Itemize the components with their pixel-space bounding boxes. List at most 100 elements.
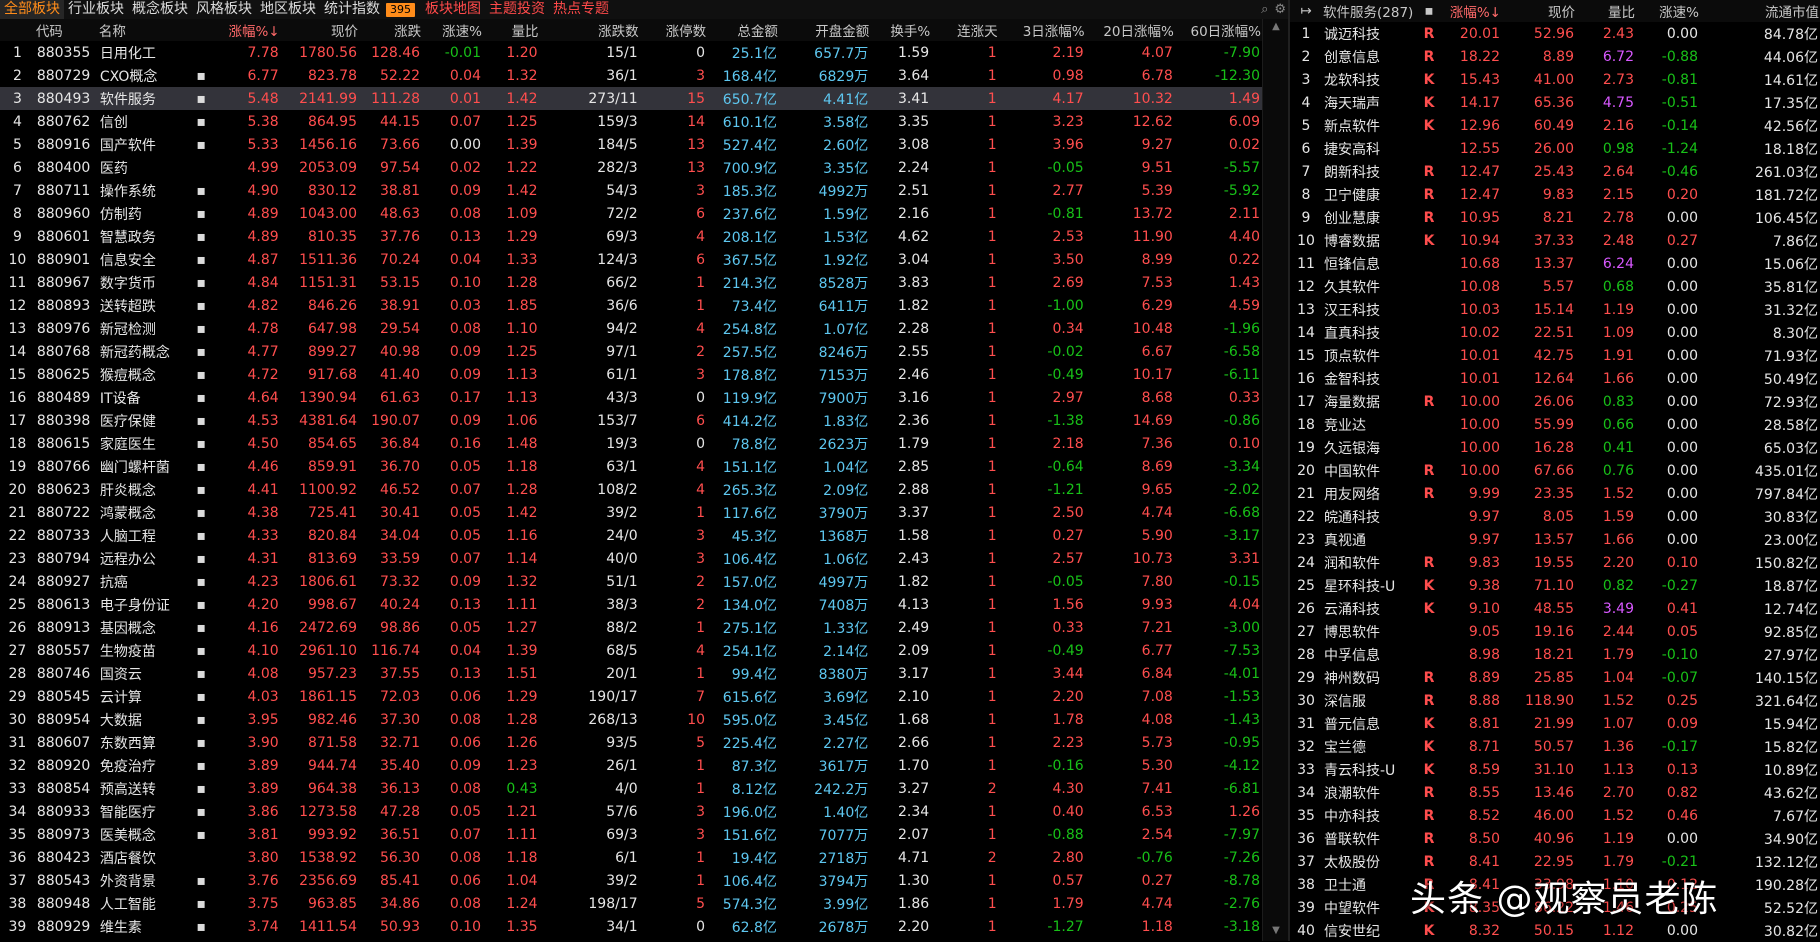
gear-icon[interactable]: ⚙: [1274, 2, 1286, 17]
constituent-row[interactable]: 24 润和软件 R 9.83 19.55 2.20 0.10 150.82亿: [1290, 551, 1820, 574]
sector-row[interactable]: 31 880607 东数西算 ▪ 3.90 871.58 32.71 0.06 1.26 93/5…: [0, 731, 1262, 754]
sector-col-header[interactable]: [0, 19, 35, 41]
constituent-row[interactable]: 4 海天瑞声 K 14.17 65.36 4.75 -0.51 17.35亿: [1290, 91, 1820, 114]
sector-col-header[interactable]: 代码: [34, 19, 98, 41]
sector-row[interactable]: 6 880400 医药 4.99 2053.09 97.54 0.02 1.22 282/3 13…: [0, 156, 1262, 179]
sector-col-header[interactable]: 涨跌数: [539, 19, 640, 41]
sector-row[interactable]: 30 880954 大数据 ▪ 3.95 982.46 37.30 0.08 1.28 268/1…: [0, 708, 1262, 731]
tab-4[interactable]: 地区板块: [256, 0, 320, 19]
sector-row[interactable]: 17 880398 医疗保健 ▪ 4.53 4381.64 190.07 0.09 1.06 15…: [0, 409, 1262, 432]
sector-col-header[interactable]: [193, 19, 209, 41]
constituent-row[interactable]: 3 龙软科技 K 15.43 41.00 2.73 -0.81 14.61亿: [1290, 68, 1820, 91]
sector-col-header[interactable]: 开盘金额: [778, 19, 871, 41]
sector-row[interactable]: 25 880613 电子身份证 ▪ 4.20 998.67 40.24 0.13 1.11 38/…: [0, 593, 1262, 616]
tab-8[interactable]: 热点专题: [549, 0, 613, 19]
constituent-row[interactable]: 18 竞业达 10.00 55.99 0.66 0.00 28.58亿: [1290, 413, 1820, 436]
sector-col-header[interactable]: 涨幅%↓: [208, 19, 281, 41]
sector-row[interactable]: 37 880543 外资背景 ▪ 3.76 2356.69 85.41 0.06 1.04 39/…: [0, 869, 1262, 892]
constituent-row[interactable]: 31 普元信息 K 8.81 21.99 1.07 0.09 15.94亿: [1290, 712, 1820, 735]
sector-row[interactable]: 15 880625 猴痘概念 ▪ 4.72 917.68 41.40 0.09 1.13 61/1…: [0, 363, 1262, 386]
constituent-row[interactable]: 21 用友网络 R 9.99 23.35 1.52 0.00 797.84亿: [1290, 482, 1820, 505]
constituent-row[interactable]: 23 真视通 9.97 13.57 1.66 0.00 23.00亿: [1290, 528, 1820, 551]
constituent-row[interactable]: 22 皖通科技 9.97 8.05 1.59 0.00 30.83亿: [1290, 505, 1820, 528]
sector-col-header[interactable]: 涨速%: [422, 19, 483, 41]
sector-row[interactable]: 36 880423 酒店餐饮 3.80 1538.92 56.30 0.08 1.18 6/1 1…: [0, 846, 1262, 869]
sector-row[interactable]: 21 880722 鸿蒙概念 ▪ 4.38 725.41 30.41 0.05 1.42 39/2…: [0, 501, 1262, 524]
sector-row[interactable]: 5 880916 国产软件 ▪ 5.33 1456.16 73.66 0.00 1.39 184/…: [0, 133, 1262, 156]
sector-scrollbar[interactable]: ▲ ▼: [1262, 19, 1289, 941]
constituent-row[interactable]: 5 新点软件 K 12.96 60.49 2.16 -0.14 42.56亿: [1290, 114, 1820, 137]
sector-row[interactable]: 20 880623 肝炎概念 ▪ 4.41 1100.92 46.52 0.07 1.28 108…: [0, 478, 1262, 501]
constituent-row[interactable]: 7 朗新科技 R 12.47 25.43 2.64 -0.46 261.03亿: [1290, 160, 1820, 183]
constituent-col-header[interactable]: 量比: [1576, 0, 1636, 22]
constituent-row[interactable]: 27 博思软件 9.05 19.16 2.44 0.05 92.85亿: [1290, 620, 1820, 643]
sector-col-header[interactable]: 涨停数: [639, 19, 708, 41]
sector-row[interactable]: 33 880854 预高送转 ▪ 3.89 964.38 36.13 0.08 0.43 4/0 1…: [0, 777, 1262, 800]
scroll-up-icon[interactable]: ▲: [1266, 21, 1286, 35]
constituent-col-header[interactable]: 软件服务(287): [1322, 0, 1418, 22]
sector-row[interactable]: 29 880545 云计算 ▪ 4.03 1861.15 72.03 0.06 1.29 190/…: [0, 685, 1262, 708]
constituent-row[interactable]: 33 青云科技-U K 8.59 31.10 1.13 0.13 10.89亿: [1290, 758, 1820, 781]
sector-row[interactable]: 2 880729 CXO概念 ▪ 6.77 823.78 52.22 0.04 1.32 36/1…: [0, 64, 1262, 87]
sector-row[interactable]: 28 880746 国资云 ▪ 4.08 957.23 37.55 0.13 1.51 20/1 1…: [0, 662, 1262, 685]
sector-col-header[interactable]: 3日涨幅%: [998, 19, 1086, 41]
constituent-col-header[interactable]: ▪: [1418, 0, 1440, 22]
constituent-row[interactable]: 19 久远银海 10.00 16.28 0.41 0.00 65.03亿: [1290, 436, 1820, 459]
sector-row[interactable]: 9 880601 智慧政务 ▪ 4.89 810.35 37.76 0.13 1.29 69/3 4…: [0, 225, 1262, 248]
constituent-col-header[interactable]: 涨幅%↓: [1440, 0, 1502, 22]
constituent-row[interactable]: 25 星环科技-U K 9.38 71.10 0.82 -0.27 18.87亿: [1290, 574, 1820, 597]
constituent-row[interactable]: 10 博睿数据 K 10.94 37.33 2.48 0.27 7.86亿: [1290, 229, 1820, 252]
sector-row[interactable]: 22 880733 人脑工程 ▪ 4.33 820.84 34.04 0.05 1.16 24/0…: [0, 524, 1262, 547]
sector-row[interactable]: 35 880973 医美概念 ▪ 3.81 993.92 36.51 0.07 1.11 69/3…: [0, 823, 1262, 846]
sector-row[interactable]: 11 880967 数字货币 ▪ 4.84 1151.31 53.15 0.10 1.28 66/…: [0, 271, 1262, 294]
constituent-col-header[interactable]: ↦: [1290, 0, 1322, 22]
sector-row[interactable]: 4 880762 信创 ▪ 5.38 864.95 44.15 0.07 1.25 159/3 14…: [0, 110, 1262, 133]
sector-row[interactable]: 39 880929 维生素 ▪ 3.74 1411.54 50.93 0.10 1.35 34/1…: [0, 915, 1262, 938]
sector-row[interactable]: 24 880927 抗癌 ▪ 4.23 1806.61 73.32 0.09 1.32 51/1 2…: [0, 570, 1262, 593]
sector-col-header[interactable]: 60日涨幅%: [1174, 19, 1262, 41]
tab-1[interactable]: 行业板块: [64, 0, 128, 19]
constituent-row[interactable]: 16 金智科技 10.01 12.64 1.66 0.00 50.49亿: [1290, 367, 1820, 390]
sector-row[interactable]: 1 880355 日用化工 7.78 1780.56 128.46 -0.01 1.20 15/…: [0, 41, 1262, 64]
sector-row[interactable]: 32 880920 免疫治疗 ▪ 3.89 944.74 35.40 0.09 1.23 26/1…: [0, 754, 1262, 777]
tab-2[interactable]: 概念板块: [128, 0, 192, 19]
constituent-row[interactable]: 17 海量数据 R 10.00 26.06 0.83 0.00 72.93亿: [1290, 390, 1820, 413]
sector-col-header[interactable]: 换手%: [870, 19, 932, 41]
sector-col-header[interactable]: 涨跌: [358, 19, 423, 41]
sector-row[interactable]: 3 880493 软件服务 ▪ 5.48 2141.99 111.28 0.01 1.42 273…: [0, 87, 1262, 110]
tab-0[interactable]: 全部板块: [0, 0, 64, 19]
constituent-row[interactable]: 11 恒锋信息 10.68 13.37 6.24 0.00 15.06亿: [1290, 252, 1820, 275]
constituent-row[interactable]: 8 卫宁健康 R 12.47 9.83 2.15 0.20 181.72亿: [1290, 183, 1820, 206]
sector-col-header[interactable]: 量比: [483, 19, 540, 41]
sector-row[interactable]: 19 880766 幽门螺杆菌 ▪ 4.46 859.91 36.70 0.05 1.18 63/…: [0, 455, 1262, 478]
constituent-row[interactable]: 14 直真科技 10.02 22.51 1.09 0.00 8.30亿: [1290, 321, 1820, 344]
search-icon[interactable]: ⌕: [1261, 2, 1268, 17]
constituent-row[interactable]: 9 创业慧康 R 10.95 8.21 2.78 0.00 106.45亿: [1290, 206, 1820, 229]
constituent-col-header[interactable]: 流通市值: [1700, 0, 1820, 22]
constituent-row[interactable]: 20 中国软件 R 10.00 67.66 0.76 0.00 435.01亿: [1290, 459, 1820, 482]
sector-row[interactable]: 26 880913 基因概念 ▪ 4.16 2472.69 98.86 0.05 1.27 88/…: [0, 616, 1262, 639]
constituent-row[interactable]: 1 诚迈科技 R 20.01 52.96 2.43 0.00 84.78亿: [1290, 22, 1820, 45]
constituent-row[interactable]: 36 普联软件 R 8.50 40.96 1.19 0.00 34.90亿: [1290, 827, 1820, 850]
sector-row[interactable]: 27 880557 生物疫苗 ▪ 4.10 2961.10 116.74 0.04 1.39 68…: [0, 639, 1262, 662]
sector-col-header[interactable]: 现价: [280, 19, 359, 41]
constituent-row[interactable]: 28 中孚信息 8.98 18.21 1.79 -0.10 27.97亿: [1290, 643, 1820, 666]
tab-5[interactable]: 统计指数: [320, 0, 384, 19]
tab-7[interactable]: 主题投资: [485, 0, 549, 19]
sector-row[interactable]: 18 880615 家庭医生 ▪ 4.50 854.65 36.84 0.16 1.48 19/3…: [0, 432, 1262, 455]
constituent-row[interactable]: 32 宝兰德 K 8.71 50.57 1.36 -0.17 15.82亿: [1290, 735, 1820, 758]
sector-row[interactable]: 10 880901 信息安全 ▪ 4.87 1511.36 70.24 0.04 1.33 124…: [0, 248, 1262, 271]
constituent-row[interactable]: 6 捷安高科 12.55 26.00 0.98 -1.24 18.18亿: [1290, 137, 1820, 160]
constituent-row[interactable]: 15 顶点软件 10.01 42.75 1.91 0.00 71.93亿: [1290, 344, 1820, 367]
sector-row[interactable]: 23 880794 远程办公 ▪ 4.31 813.69 33.59 0.07 1.14 40/0…: [0, 547, 1262, 570]
scroll-down-icon[interactable]: ▼: [1266, 925, 1286, 939]
sector-row[interactable]: 7 880711 操作系统 ▪ 4.90 830.12 38.81 0.09 1.42 54/3 3…: [0, 179, 1262, 202]
constituent-row[interactable]: 2 创意信息 R 18.22 8.89 6.72 -0.88 44.06亿: [1290, 45, 1820, 68]
sector-row[interactable]: 12 880893 送转超跌 ▪ 4.82 846.26 38.91 0.03 1.85 36/6…: [0, 294, 1262, 317]
constituent-col-header[interactable]: 涨速%: [1636, 0, 1700, 22]
sector-row[interactable]: 14 880768 新冠药概念 ▪ 4.77 899.27 40.98 0.09 1.25 97/…: [0, 340, 1262, 363]
constituent-col-header[interactable]: 现价: [1502, 0, 1576, 22]
constituent-row[interactable]: 34 浪潮软件 R 8.55 13.46 2.70 0.82 43.62亿: [1290, 781, 1820, 804]
sector-row[interactable]: 13 880976 新冠检测 ▪ 4.78 647.98 29.54 0.08 1.10 94/2…: [0, 317, 1262, 340]
sector-row[interactable]: 38 880948 人工智能 ▪ 3.75 963.85 34.86 0.08 1.24 198/…: [0, 892, 1262, 915]
